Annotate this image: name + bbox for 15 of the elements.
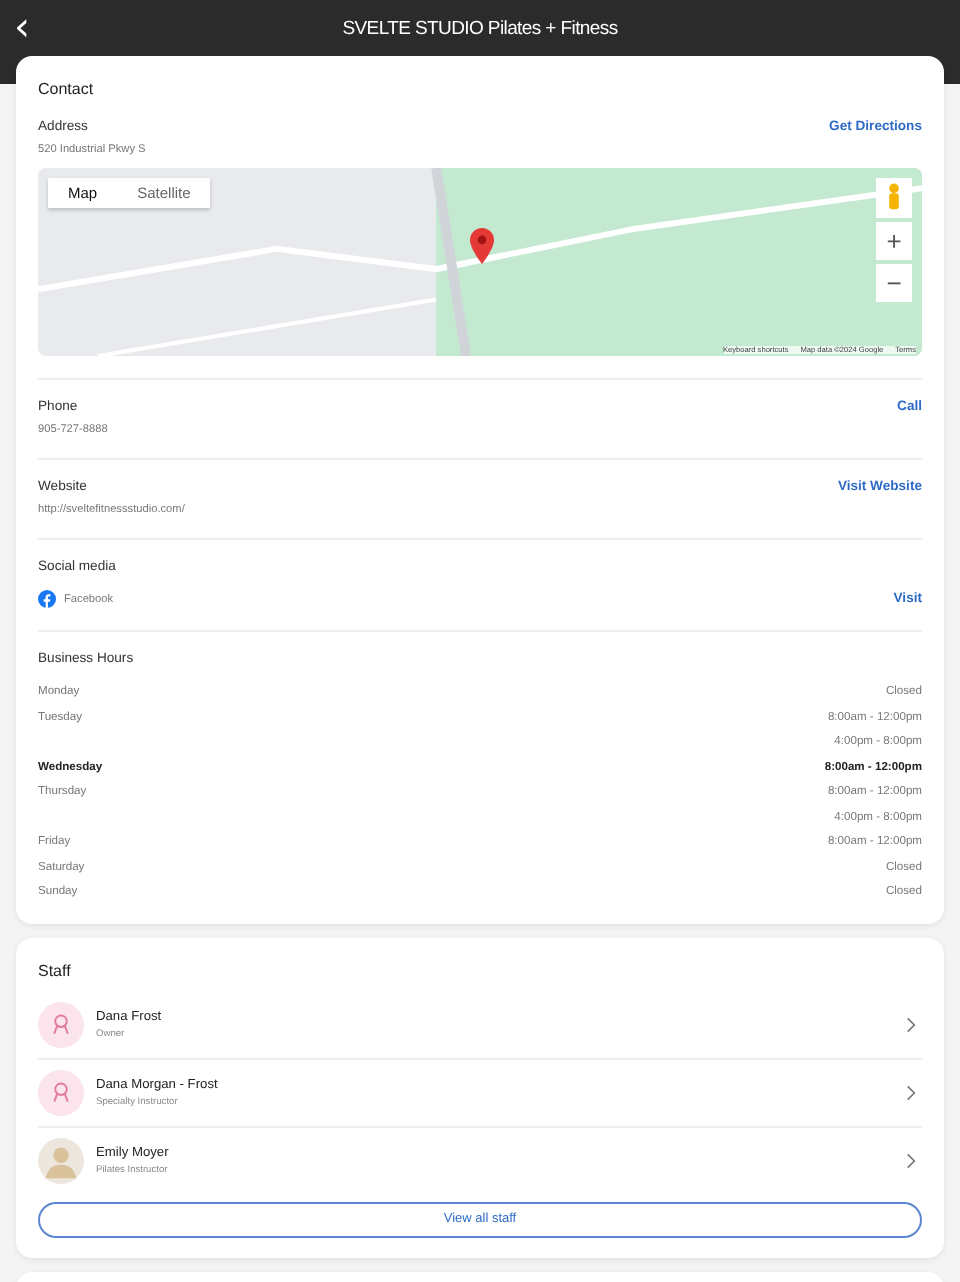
chevron-right-icon <box>906 1015 916 1033</box>
zoom-in-button[interactable]: + <box>876 222 912 260</box>
back-button[interactable]: ‹ <box>8 4 36 48</box>
avatar-silhouette <box>38 1137 84 1183</box>
person-icon[interactable] <box>876 178 912 218</box>
section-title: Contact <box>38 80 96 98</box>
map-pin-icon <box>470 228 494 264</box>
ribbon-avatar-icon <box>38 1001 84 1047</box>
section-title: Staff <box>38 961 73 979</box>
chevron-right-icon <box>906 1151 916 1169</box>
ribbon-avatar-icon <box>38 1069 84 1115</box>
page-title: SVELTE STUDIO Pilates + Fitness <box>342 17 618 39</box>
facebook-icon <box>38 590 56 608</box>
zoom-out-button[interactable]: − <box>876 264 912 302</box>
chevron-right-icon <box>906 1083 916 1101</box>
